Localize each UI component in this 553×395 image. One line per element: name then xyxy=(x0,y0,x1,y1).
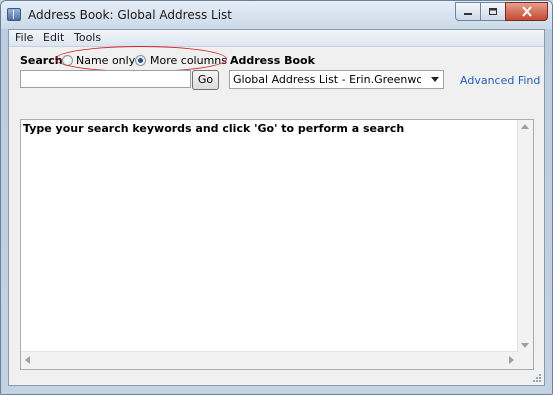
dialog-body: File Edit Tools Search: Name only More c… xyxy=(8,29,545,386)
vertical-scrollbar[interactable] xyxy=(517,120,533,352)
maximize-button[interactable] xyxy=(480,2,506,21)
go-button[interactable]: Go xyxy=(192,70,219,90)
title-bar[interactable]: Address Book: Global Address List xyxy=(1,1,552,29)
menu-bar: File Edit Tools xyxy=(9,30,544,47)
close-button[interactable] xyxy=(505,2,548,21)
menu-file[interactable]: File xyxy=(15,31,33,44)
address-book-dropdown[interactable]: Global Address List - Erin.Greenwood@sho xyxy=(229,70,444,89)
window-title: Address Book: Global Address List xyxy=(28,8,232,22)
maximize-icon xyxy=(489,7,497,15)
scroll-down-icon[interactable] xyxy=(521,343,529,348)
close-icon xyxy=(521,6,532,17)
results-message: Type your search keywords and click 'Go'… xyxy=(23,122,405,135)
horizontal-scrollbar[interactable] xyxy=(21,351,518,369)
address-book-label: Address Book xyxy=(230,54,315,67)
results-list[interactable]: Type your search keywords and click 'Go'… xyxy=(20,119,534,370)
scroll-right-icon[interactable] xyxy=(509,356,514,364)
resize-grip-icon[interactable] xyxy=(532,373,542,383)
search-input[interactable] xyxy=(20,70,191,88)
menu-edit[interactable]: Edit xyxy=(43,31,64,44)
scroll-up-icon[interactable] xyxy=(521,124,529,129)
address-book-window: Address Book: Global Address List File E… xyxy=(0,0,553,395)
minimize-icon xyxy=(464,12,472,15)
annotation-ellipse xyxy=(55,46,227,72)
chevron-down-icon xyxy=(431,77,439,82)
menu-tools[interactable]: Tools xyxy=(74,31,101,44)
advanced-find-link[interactable]: Advanced Find xyxy=(460,74,540,87)
scrollbar-corner xyxy=(518,352,533,369)
address-book-selected: Global Address List - Erin.Greenwood@sho xyxy=(233,73,421,86)
scroll-left-icon[interactable] xyxy=(25,356,30,364)
address-book-icon xyxy=(7,8,21,21)
minimize-button[interactable] xyxy=(455,2,481,21)
